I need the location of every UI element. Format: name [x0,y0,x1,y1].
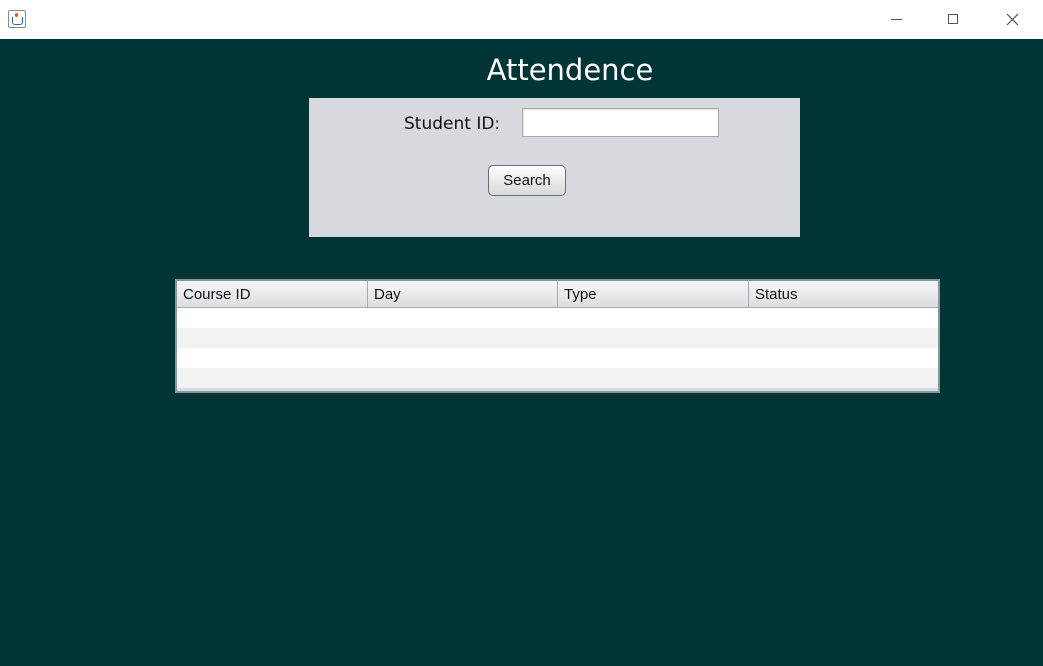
table-row[interactable] [177,328,938,348]
main-content: Attendence Student ID: Search Course ID … [0,39,1043,666]
close-icon[interactable] [985,0,1041,39]
student-id-input[interactable] [522,108,719,137]
page-title: Attendence [486,53,654,87]
table-row[interactable] [177,368,938,388]
table-header: Course ID Day Type Status [177,281,938,308]
attendance-table[interactable]: Course ID Day Type Status [175,279,940,393]
column-header-day[interactable]: Day [368,281,558,307]
column-header-status[interactable]: Status [749,281,938,307]
student-id-label: Student ID: [404,114,501,134]
search-panel: Student ID: Search [309,98,800,237]
table-body [177,308,938,388]
window-titlebar [0,0,1043,39]
java-cup-icon [8,10,26,28]
maximize-icon[interactable] [926,0,982,39]
search-button[interactable]: Search [488,165,566,196]
table-row[interactable] [177,348,938,368]
column-header-type[interactable]: Type [558,281,749,307]
table-row[interactable] [177,308,938,328]
column-header-course-id[interactable]: Course ID [177,281,368,307]
minimize-icon[interactable] [869,0,925,39]
